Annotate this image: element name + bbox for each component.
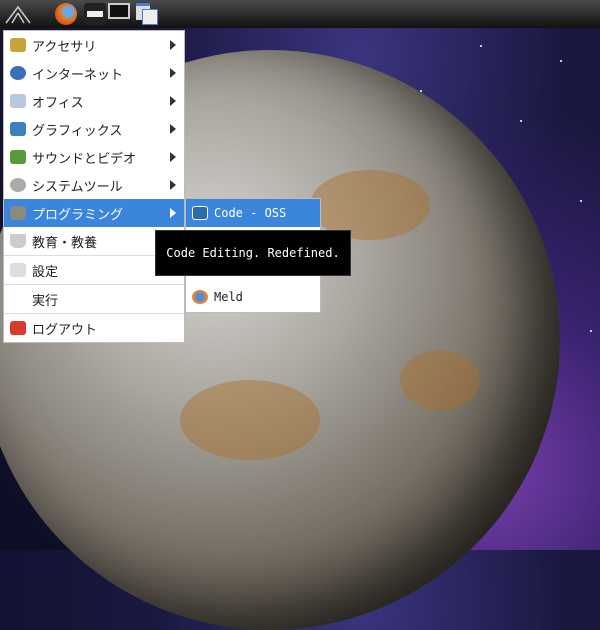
menu-item-office[interactable]: オフィス xyxy=(4,87,184,115)
file-manager-icon[interactable] xyxy=(84,3,106,25)
settings-icon xyxy=(10,263,26,277)
menu-item-programming[interactable]: プログラミング xyxy=(4,199,184,227)
submenu-arrow-icon xyxy=(170,68,176,78)
menu-item-sound-video[interactable]: サウンドとビデオ xyxy=(4,143,184,171)
launcher-icon[interactable] xyxy=(4,3,32,25)
submenu-arrow-icon xyxy=(170,152,176,162)
tooltip: Code Editing. Redefined. xyxy=(155,230,351,276)
logout-icon xyxy=(10,321,26,335)
menu-item-internet[interactable]: インターネット xyxy=(4,59,184,87)
graphics-icon xyxy=(10,122,26,136)
window-switcher-icon[interactable] xyxy=(136,3,158,25)
menu-item-system-tools[interactable]: システムツール xyxy=(4,171,184,199)
submenu-arrow-icon xyxy=(170,40,176,50)
menu-item-logout[interactable]: ログアウト xyxy=(4,313,184,342)
firefox-icon[interactable] xyxy=(55,3,77,25)
submenu-arrow-icon xyxy=(170,180,176,190)
education-icon xyxy=(10,234,26,248)
submenu-arrow-icon xyxy=(170,208,176,218)
submenu-item-meld[interactable]: Meld xyxy=(186,283,320,311)
internet-icon xyxy=(10,66,26,80)
submenu-arrow-icon xyxy=(170,96,176,106)
accessories-icon xyxy=(10,38,26,52)
menu-item-graphics[interactable]: グラフィックス xyxy=(4,115,184,143)
blank-icon xyxy=(10,292,26,306)
top-panel xyxy=(0,0,600,28)
submenu-item-code-oss[interactable]: Code - OSS xyxy=(186,199,320,227)
system-tools-icon xyxy=(10,178,26,192)
sound-video-icon xyxy=(10,150,26,164)
code-oss-icon xyxy=(192,206,208,220)
menu-item-run[interactable]: 実行 xyxy=(4,284,184,313)
submenu-arrow-icon xyxy=(170,124,176,134)
office-icon xyxy=(10,94,26,108)
menu-item-accessories[interactable]: アクセサリ xyxy=(4,31,184,59)
programming-icon xyxy=(10,206,26,220)
application-menu: アクセサリ インターネット オフィス グラフィックス サウンドとビデオ システム… xyxy=(3,30,185,343)
display-icon[interactable] xyxy=(108,3,130,19)
meld-icon xyxy=(192,290,208,304)
